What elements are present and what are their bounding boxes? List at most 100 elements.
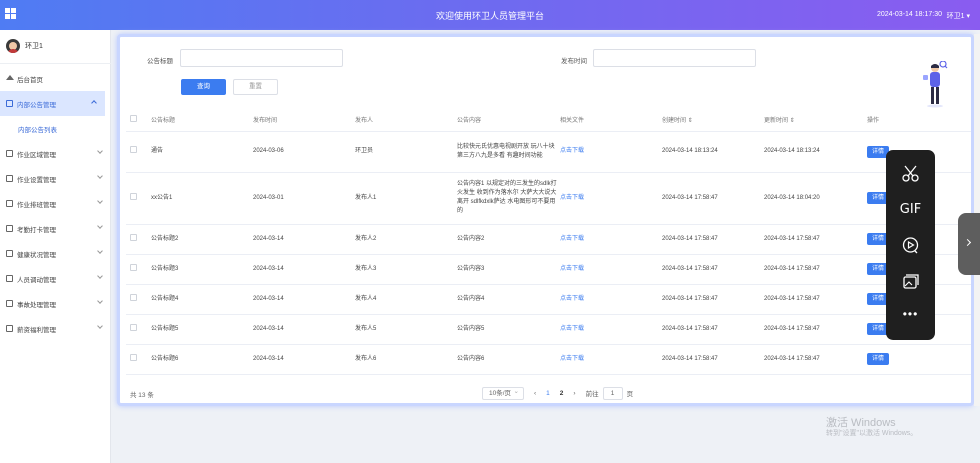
- sidebar-item-label: 考勤打卡管理: [17, 226, 56, 234]
- pagination-total: 共 13 条: [130, 392, 154, 399]
- sidebar-item-attendance[interactable]: 考勤打卡管理: [0, 216, 111, 241]
- chevron-down-icon: [97, 273, 103, 279]
- cell-updated: 2024-03-14 17:58:47: [764, 344, 867, 375]
- sidebar-item-label: 作业排班管理: [17, 201, 56, 209]
- floating-capture-toolbar: GIF •••: [886, 150, 935, 340]
- cell-updated: 2024-03-14 18:04:20: [764, 172, 867, 225]
- download-link[interactable]: 点击下载: [560, 326, 584, 332]
- activation-watermark-text: 转到"设置"以激活 Windows。: [826, 430, 918, 437]
- date-filter-input[interactable]: [593, 49, 756, 67]
- sidebar-item-label: 健康状况管理: [17, 251, 56, 259]
- cell-author: 发布人3: [355, 254, 457, 285]
- cell-created: 2024-03-14 17:58:47: [662, 224, 764, 255]
- chevron-down-icon: [97, 148, 103, 154]
- page-size-select[interactable]: 10条/页: [482, 386, 524, 400]
- cell-title: 公告标题3: [151, 254, 253, 285]
- sidebar-divider: [0, 63, 111, 64]
- gif-button[interactable]: GIF: [886, 202, 935, 217]
- col-publisher: 发布人: [355, 109, 457, 132]
- col-updated[interactable]: 更新时间 ⇕: [764, 109, 867, 132]
- col-created[interactable]: 创建时间 ⇕: [662, 109, 764, 132]
- main-panel: 公告标题 发布时间 查询 重置 公告标题 发布时间 发布人 公告内容 相关文件: [117, 34, 974, 406]
- side-expand-handle[interactable]: [958, 213, 980, 275]
- col-publish-date: 发布时间: [253, 109, 355, 132]
- download-link[interactable]: 点击下载: [560, 236, 584, 242]
- download-link[interactable]: 点击下载: [560, 148, 584, 154]
- cell-title: 公告标题5: [151, 314, 253, 345]
- video-icon[interactable]: [886, 235, 935, 255]
- menu-icon: [6, 325, 13, 332]
- chevron-down-icon: [97, 298, 103, 304]
- cell-created: 2024-03-14 17:58:47: [662, 344, 764, 375]
- scissors-icon[interactable]: [886, 164, 935, 184]
- page-number[interactable]: 2: [560, 390, 564, 397]
- title-filter-label: 公告标题: [147, 58, 173, 65]
- download-link[interactable]: 点击下载: [560, 195, 584, 201]
- sidebar-item-work-settings[interactable]: 作业设置管理: [0, 166, 111, 191]
- download-link[interactable]: 点击下载: [560, 296, 584, 302]
- detail-button[interactable]: 详情: [867, 353, 889, 365]
- goto-label: 前往: [585, 391, 599, 398]
- sidebar-subitem-notice-list[interactable]: 内部公告列表: [0, 116, 111, 141]
- cell-date: 2024-03-14: [253, 284, 355, 315]
- sidebar-item-home[interactable]: 后台首页: [0, 66, 111, 91]
- more-icon[interactable]: •••: [886, 307, 935, 321]
- cell-content: 公告内容2: [457, 224, 560, 255]
- sidebar-menu: 后台首页 内部公告管理 内部公告列表 作业区域管理 作业设置管理 作业排班管理 …: [0, 66, 111, 341]
- top-bar: 欢迎使用环卫人员管理平台 2024-03-14 18:17:30 环卫1 ▾: [0, 0, 980, 30]
- prev-page-button[interactable]: ‹: [534, 390, 536, 397]
- col-file: 相关文件: [560, 109, 662, 132]
- sidebar-item-accident[interactable]: 事故处理管理: [0, 291, 111, 316]
- query-button[interactable]: 查询: [181, 79, 226, 95]
- goto-page-input[interactable]: 1: [602, 386, 623, 400]
- row-checkbox[interactable]: [130, 323, 137, 331]
- sidebar-item-transfer[interactable]: 人员调动管理: [0, 266, 111, 291]
- sidebar-item-salary[interactable]: 薪资福利管理: [0, 316, 111, 341]
- cell-content: 公告内容5: [457, 314, 560, 345]
- pagination: 10条/页 ‹ 1 2 › 前往 1 页: [482, 386, 633, 400]
- screenshot-icon[interactable]: [886, 272, 935, 292]
- page-number[interactable]: 1: [546, 390, 550, 397]
- table-row: 公告标题3 2024-03-14 发布人3 公告内容3 点击下载 2024-03…: [126, 254, 971, 285]
- cell-author: 发布人6: [355, 344, 457, 375]
- sidebar-item-work-area[interactable]: 作业区域管理: [0, 141, 111, 166]
- cell-content: 公告内容6: [457, 344, 560, 375]
- menu-icon: [6, 275, 13, 282]
- select-all-checkbox[interactable]: [130, 115, 137, 123]
- sidebar-item-health[interactable]: 健康状况管理: [0, 241, 111, 266]
- row-checkbox[interactable]: [130, 293, 137, 301]
- cell-created: 2024-03-14 17:58:47: [662, 284, 764, 315]
- row-checkbox[interactable]: [130, 353, 137, 361]
- table-row: 公告标题2 2024-03-14 发布人2 公告内容2 点击下载 2024-03…: [126, 224, 971, 255]
- home-icon: [6, 75, 14, 80]
- table-row: 公告标题6 2024-03-14 发布人6 公告内容6 点击下载 2024-03…: [126, 344, 971, 375]
- cell-content: 公告内容4: [457, 284, 560, 315]
- menu-icon: [6, 250, 13, 257]
- title-filter-input[interactable]: [180, 49, 343, 67]
- cell-updated: 2024-03-14 17:58:47: [764, 284, 867, 315]
- row-checkbox[interactable]: [130, 263, 137, 271]
- next-page-button[interactable]: ›: [573, 390, 575, 397]
- cell-created: 2024-03-14 17:58:47: [662, 254, 764, 285]
- col-actions: 操作: [867, 109, 971, 132]
- download-link[interactable]: 点击下载: [560, 266, 584, 272]
- reset-button[interactable]: 重置: [233, 79, 278, 95]
- sidebar-item-scheduling[interactable]: 作业排班管理: [0, 191, 111, 216]
- cell-title: 公告标题6: [151, 344, 253, 375]
- chevron-right-icon: [963, 238, 972, 247]
- row-checkbox[interactable]: [130, 146, 137, 153]
- chevron-down-icon: [97, 248, 103, 254]
- cell-title: 公告标题2: [151, 224, 253, 255]
- download-link[interactable]: 点击下载: [560, 356, 584, 362]
- chevron-down-icon: [97, 323, 103, 329]
- cell-author: 发布人4: [355, 284, 457, 315]
- row-checkbox[interactable]: [130, 192, 137, 200]
- row-checkbox[interactable]: [130, 233, 137, 241]
- menu-icon: [6, 100, 13, 107]
- table-row: 公告标题4 2024-03-14 发布人4 公告内容4 点击下载 2024-03…: [126, 284, 971, 315]
- cell-date: 2024-03-01: [253, 172, 355, 225]
- user-menu[interactable]: 环卫1 ▾: [947, 11, 970, 21]
- sidebar-item-notice-management[interactable]: 内部公告管理: [0, 91, 105, 116]
- cell-date: 2024-03-06: [253, 131, 355, 173]
- sidebar-item-label: 内部公告管理: [17, 101, 56, 109]
